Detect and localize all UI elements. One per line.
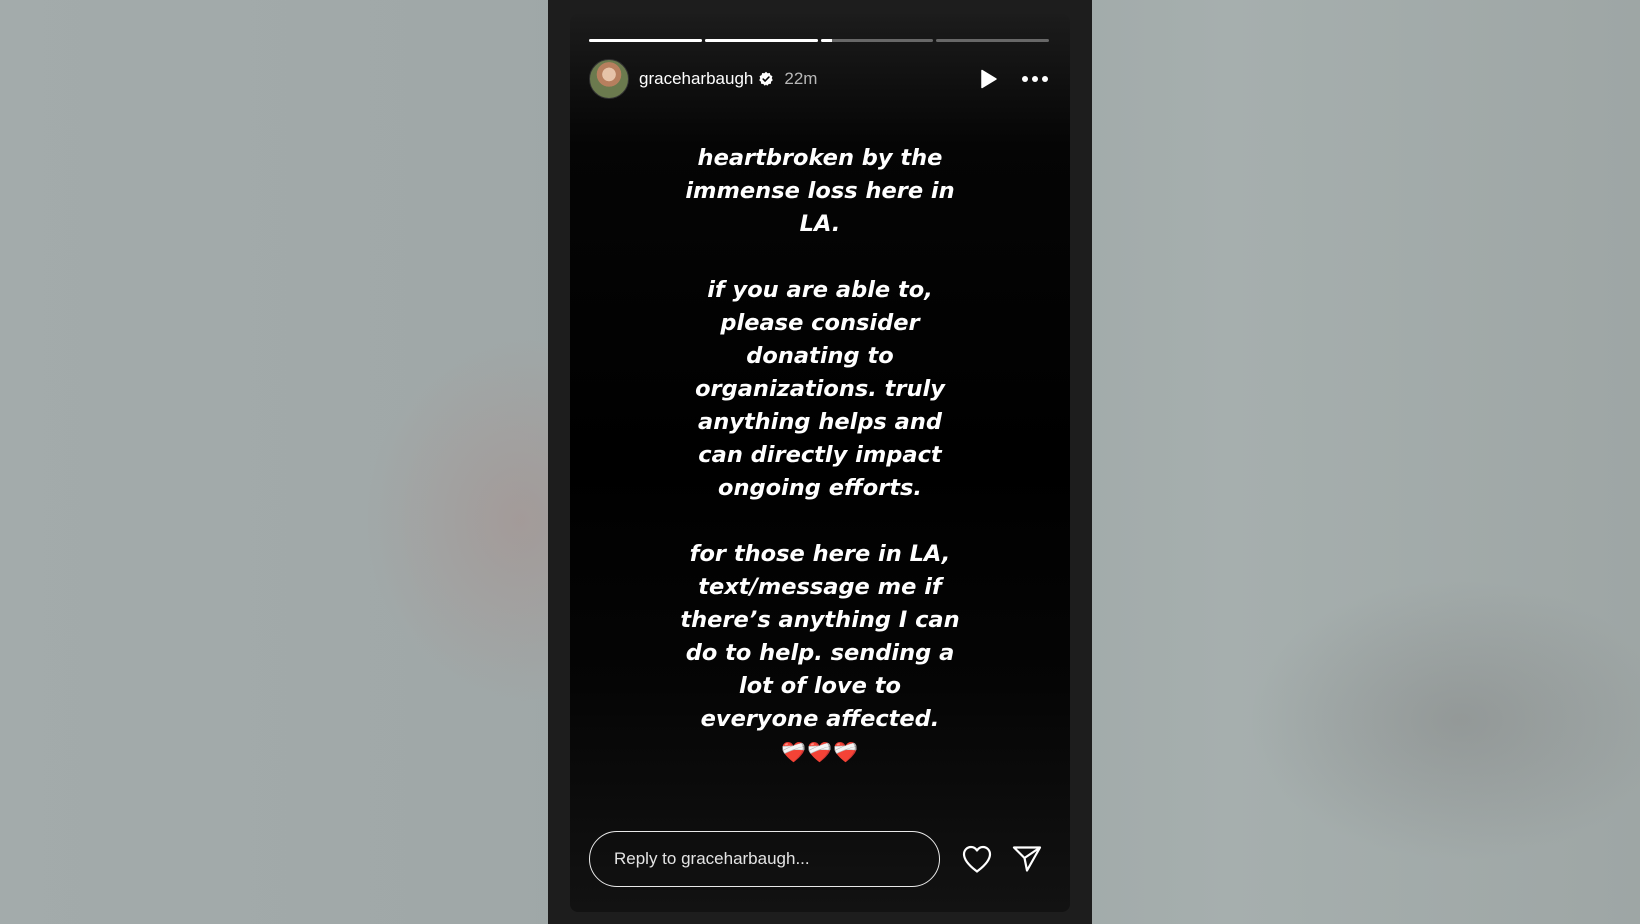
heart-icon[interactable] bbox=[960, 842, 994, 876]
progress-segment bbox=[589, 39, 702, 42]
send-icon[interactable] bbox=[1010, 842, 1044, 876]
progress-fill bbox=[704, 39, 818, 42]
story-paragraph-3: for those here in LA, text/message me if… bbox=[680, 538, 960, 769]
progress-segment bbox=[704, 39, 818, 42]
more-options-icon[interactable] bbox=[1021, 65, 1049, 93]
avatar[interactable] bbox=[589, 59, 629, 99]
story-paragraph-2: if you are able to, please consider dona… bbox=[695, 277, 945, 501]
progress-segment bbox=[936, 39, 1049, 42]
progress-fill bbox=[589, 39, 702, 42]
reply-input[interactable] bbox=[589, 831, 940, 887]
story-viewer[interactable]: graceharbaugh 22m heartbroken by the imm… bbox=[570, 14, 1070, 912]
progress-segment bbox=[820, 39, 934, 42]
mending-heart-emoji: ❤️‍🩹❤️‍🩹❤️‍🩹 bbox=[781, 740, 859, 764]
progress-fill bbox=[820, 39, 832, 42]
story-paragraph-3-text: for those here in LA, text/message me if… bbox=[680, 541, 960, 732]
story-header: graceharbaugh 22m bbox=[589, 59, 1049, 99]
story-progress-bar bbox=[589, 39, 1049, 42]
verified-badge-icon bbox=[758, 71, 774, 87]
story-paragraph-1: heartbroken by the immense loss here in … bbox=[685, 145, 955, 237]
username-link[interactable]: graceharbaugh bbox=[639, 69, 753, 89]
story-footer bbox=[589, 831, 1049, 887]
story-text: heartbroken by the immense loss here in … bbox=[570, 142, 1070, 769]
play-icon[interactable] bbox=[975, 65, 1003, 93]
post-time: 22m bbox=[784, 69, 818, 88]
